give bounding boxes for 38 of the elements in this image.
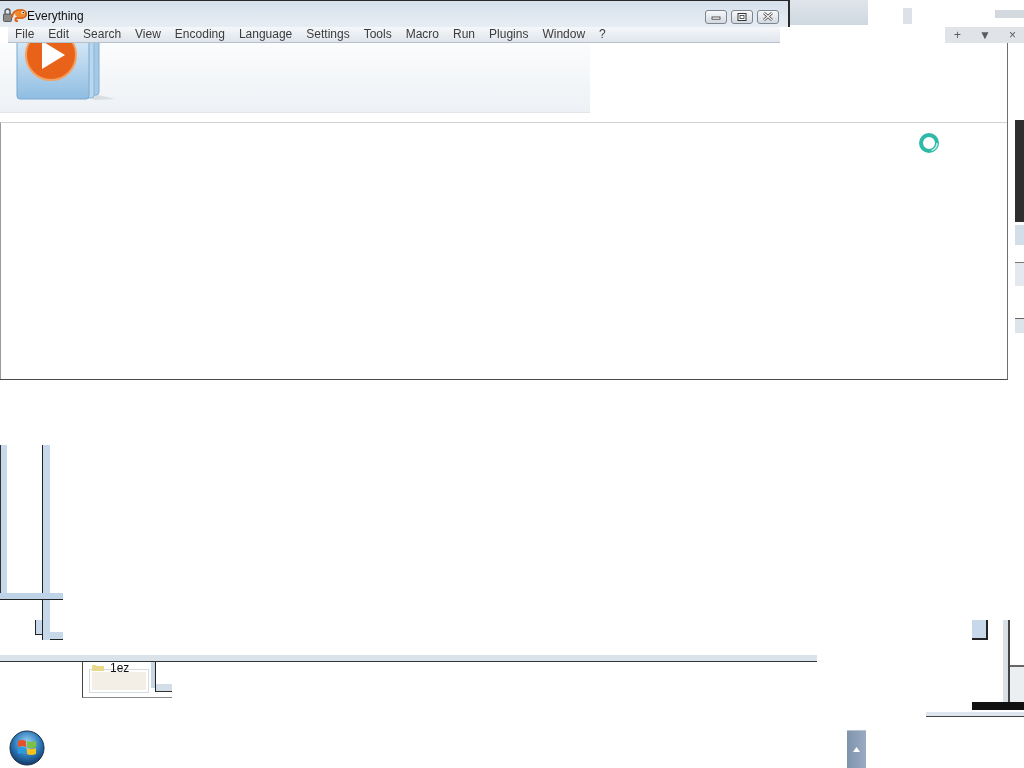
new-tab-button[interactable]: +	[949, 28, 966, 42]
menu-item[interactable]: Language	[231, 27, 300, 42]
window-fragment	[1015, 318, 1024, 333]
caret-icon	[853, 747, 860, 752]
minimize-button[interactable]	[705, 9, 727, 24]
minimize-icon	[711, 13, 721, 20]
lizard-icon	[11, 7, 27, 22]
menu-item[interactable]: File	[8, 27, 42, 42]
menu-item[interactable]: Macro	[398, 27, 446, 42]
menu-item[interactable]: View	[128, 27, 168, 42]
menu-item[interactable]: Search	[76, 27, 129, 42]
maximize-button[interactable]	[731, 9, 753, 24]
editor-field[interactable]	[0, 122, 1007, 379]
menu-item[interactable]: Tools	[356, 27, 399, 42]
menu-item[interactable]: Edit	[41, 27, 77, 42]
fragment-label: 1ez	[110, 662, 130, 674]
menu-item[interactable]: Encoding	[167, 27, 232, 42]
window-title: Everything	[27, 9, 84, 23]
window-fragment	[1015, 262, 1024, 286]
menu-item[interactable]: Plugins	[482, 27, 536, 42]
maximize-icon	[737, 12, 747, 21]
menu-item[interactable]: Run	[446, 27, 483, 42]
panel-fragment	[90, 670, 148, 692]
menu-item[interactable]: Window	[535, 27, 593, 42]
loading-ring-icon	[918, 132, 940, 154]
window-fragment	[995, 10, 1024, 18]
close-tab-button[interactable]: ×	[1003, 28, 1021, 42]
start-button[interactable]	[9, 730, 45, 766]
window-fragment	[903, 8, 912, 24]
menu-item[interactable]: ?	[592, 27, 613, 42]
window-fragment	[972, 620, 988, 640]
tab-list-button[interactable]: ▼	[974, 28, 996, 42]
close-icon	[762, 12, 774, 21]
padlock-icon	[3, 7, 12, 22]
flag-orb-icon	[9, 730, 45, 766]
window-fragment	[1015, 225, 1024, 245]
close-button[interactable]	[757, 9, 779, 24]
menu-item[interactable]: Settings	[299, 27, 357, 42]
